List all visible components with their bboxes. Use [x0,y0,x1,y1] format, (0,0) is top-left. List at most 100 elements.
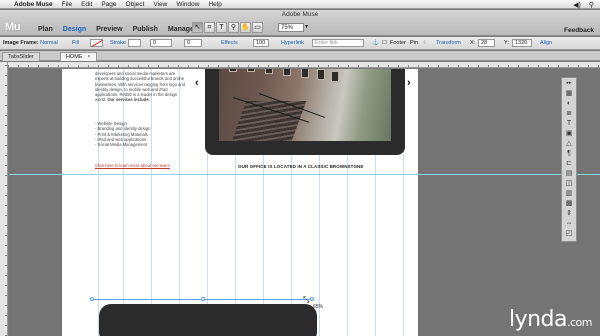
tab-home[interactable]: HOME × [60,52,97,61]
states-icon[interactable]: ◫ [563,179,575,188]
crop-tool-icon[interactable]: ⌗ [204,22,215,33]
hyperlink-input[interactable]: Enter link [312,39,364,47]
text-panel-icon[interactable]: T [563,119,575,128]
swatches-icon[interactable]: ▦ [563,89,575,98]
menu-bar: Adobe Muse File Edit Page Object View Wi… [0,0,600,9]
align-icon[interactable]: ⊏ [563,159,575,168]
control-bar: Image Frame: Normal Fill Stroke 0 0 Effe… [0,37,600,50]
window-shape [301,69,309,78]
tab-label: TabsSlider [8,54,34,60]
resize-handle[interactable] [310,297,314,301]
menu-window[interactable]: Window [176,1,199,8]
window-shape [283,69,291,76]
paragraph-icon[interactable]: ¶ [563,149,575,158]
photo-caption[interactable]: OUR OFFICE IS LOCATED IN A CLASSIC BROWN… [238,164,364,169]
tab-label: HOME [66,54,83,60]
menu-view[interactable]: View [153,1,167,8]
services-list[interactable]: - Website Design - Branding and identity… [95,121,187,147]
column-guide [179,69,180,336]
tab-row: TabsSlider HOME × [0,51,600,61]
slideshow-frame[interactable] [205,69,405,155]
transform-label[interactable]: Transform [436,40,461,46]
volume-icon[interactable]: ◀) [573,1,581,9]
menu-extras: ◀) ⚲ [573,0,594,9]
spotlight-icon[interactable]: ⚲ [589,1,594,9]
text-tool-icon[interactable]: T [216,22,227,33]
zoom-select[interactable]: 75% [278,23,304,32]
menu-help[interactable]: Help [208,1,221,8]
resize-handle[interactable] [201,297,205,301]
resize-handle[interactable] [90,297,94,301]
menu-file[interactable]: File [62,1,72,8]
brownstone-photo[interactable] [219,69,391,141]
fill-label[interactable]: Fill [72,40,79,46]
transform-icon[interactable]: ◰ [563,229,575,238]
stroke-swatch[interactable] [128,39,141,47]
selection-tool-icon[interactable]: ↖ [192,22,203,33]
wrap-icon[interactable]: ▤ [563,169,575,178]
widgets-icon[interactable]: ▥ [563,189,575,198]
anchor-icon[interactable]: ⚓ [372,40,379,46]
menu-object[interactable]: Object [126,1,145,8]
rectangle-tool-icon[interactable]: ▭ [252,22,263,33]
services-heading: Our services include: [107,97,150,103]
vertical-ruler[interactable] [0,62,8,336]
feedback-link[interactable]: Feedback [564,27,594,34]
fill-swatch[interactable] [90,39,103,47]
chevron-left-icon[interactable]: ‹ [195,77,199,89]
scroll-effects-icon[interactable]: ⇔ [563,219,575,228]
horizontal-guide[interactable] [9,174,600,175]
menu-page[interactable]: Page [101,1,116,8]
x-field[interactable]: 28 [478,39,495,47]
effects-label[interactable]: Effects [221,40,238,46]
menu-edit[interactable]: Edit [81,1,92,8]
align-label[interactable]: Align [540,40,552,46]
panel-dock: ▸▸ ▦ ◐ ≣ T ▣ △ ¶ ⊏ ▤ ◫ ▥ ▩ ⇕ ⇔ ◰ [561,77,577,242]
zoom-tool-icon[interactable]: ⚲ [228,22,239,33]
assets-icon[interactable]: ▣ [563,129,575,138]
column-guide [123,69,124,336]
horizontal-ruler[interactable] [8,62,600,68]
team-link[interactable]: Click here to learn more about our team! [95,163,170,168]
image-frame-label: Image Frame: [3,40,39,46]
y-field[interactable]: 1320 [512,39,532,47]
muse-logo: Mu [5,21,21,33]
selection-box[interactable] [92,299,312,336]
stroke-label[interactable]: Stroke [110,40,126,46]
window-shape [331,71,339,82]
library-icon[interactable]: ▩ [563,199,575,208]
mode-plan[interactable]: Plan [34,25,57,34]
mode-publish[interactable]: Publish [129,25,162,34]
pin-grid-icon[interactable]: ⁘ [422,40,427,46]
toolbox: ↖ ⌗ T ⚲ ✋ ▭ [192,22,263,33]
mode-switcher: Plan Design Preview Publish Manage [34,25,198,34]
spacing-icon[interactable]: ⇕ [563,209,575,218]
scale-percent: 65% [313,304,324,310]
mode-preview[interactable]: Preview [92,25,126,34]
chevron-down-icon[interactable]: ▾ [305,23,308,30]
resize-cursor-icon: ⤡ [303,295,310,304]
window-shape [247,69,255,72]
tab-tabs-slider[interactable]: TabsSlider [2,52,40,61]
panel-collapse-icon[interactable]: ▸▸ [563,79,575,88]
image-frame-select[interactable]: Normal [40,40,58,46]
stroke-width-field[interactable]: 0 [150,39,172,47]
hyperlink-label[interactable]: Hyperlink [281,40,304,46]
mode-design[interactable]: Design [59,25,90,34]
x-label: X: [470,40,476,46]
design-canvas[interactable]: developers and social media marketers ar… [9,69,600,336]
close-icon[interactable]: × [88,54,91,60]
layers-icon[interactable]: ≣ [563,109,575,118]
opacity-field[interactable]: 100 [253,39,269,47]
hand-tool-icon[interactable]: ✋ [240,22,251,33]
stroke-icon[interactable]: △ [563,139,575,148]
footer-checkbox[interactable]: ☐ [382,40,387,46]
column-guide [151,69,152,336]
menu-app-name[interactable]: Adobe Muse [14,1,53,8]
pin-label: Pin [410,40,418,46]
window-shape [317,69,325,80]
body-text-frame[interactable]: developers and social media marketers ar… [95,71,187,103]
stroke-extra-field[interactable]: 0 [184,39,202,47]
color-icon[interactable]: ◐ [563,99,575,108]
chevron-right-icon[interactable]: › [407,77,411,89]
